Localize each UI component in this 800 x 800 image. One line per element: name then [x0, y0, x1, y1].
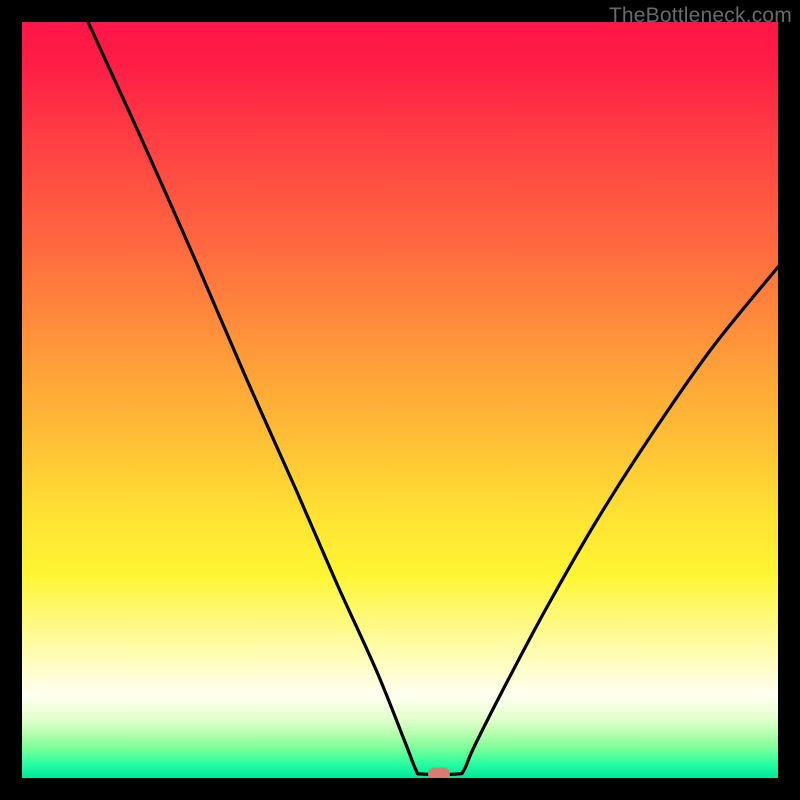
bottleneck-curve: [22, 22, 778, 778]
optimal-marker: [428, 768, 450, 779]
plot-area: [22, 22, 778, 778]
chart-frame: TheBottleneck.com: [0, 0, 800, 800]
